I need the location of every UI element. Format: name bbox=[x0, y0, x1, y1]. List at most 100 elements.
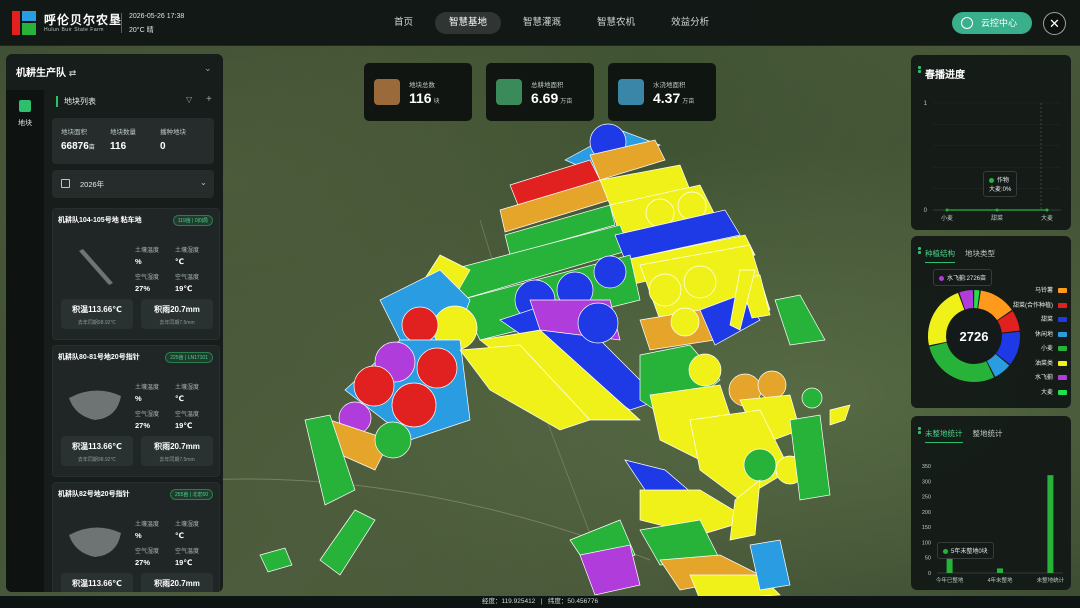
y-tick-label: 250 bbox=[922, 495, 931, 501]
bar bbox=[997, 568, 1003, 573]
soil-humidity: 土壤湿度 ℃ bbox=[175, 519, 199, 540]
parcel-card-badge: 225亩 | LN17101 bbox=[165, 352, 213, 363]
acc-temp-pill: 积温113.66℃去年同期98.92℃ bbox=[61, 436, 133, 466]
sidebar-tab-label: 地块 bbox=[18, 120, 32, 127]
acc-temp-pill: 积温113.66℃去年同期98.92℃ bbox=[61, 573, 133, 592]
chevron-down-icon[interactable]: ⌄ bbox=[204, 63, 212, 74]
parcel-card-title: 机耕队82号地20号指针 bbox=[58, 491, 130, 498]
pill-value: 积雨20.7mm bbox=[154, 442, 200, 451]
stat-value: 0 bbox=[160, 141, 166, 152]
soil-humidity: 土壤湿度 ℃ bbox=[175, 245, 199, 266]
kpi-unit: 万亩 bbox=[682, 99, 695, 105]
cloud-control-button[interactable]: 云控中心 bbox=[952, 12, 1032, 34]
kv-value: ℃ bbox=[175, 531, 185, 540]
y-tick-label: 100 bbox=[922, 540, 931, 546]
legend-item[interactable]: 大麦 bbox=[1001, 388, 1067, 403]
main-nav: 首页 智慧基地 智慧灌溉 智慧农机 效益分析 bbox=[380, 12, 731, 34]
data-point bbox=[945, 208, 949, 212]
parcel-card-badge: 119亩 | 0|0|局 bbox=[172, 215, 213, 226]
spring-line-chart[interactable]: 0 1 小麦 甜菜 大麦 bbox=[911, 55, 1071, 230]
parcel-card[interactable]: 机耕队104-105号地 粘车地 119亩 | 0|0|局 土壤温度% 土壤湿度 ℃ 空气… bbox=[52, 208, 220, 340]
parcel-card-title: 机耕队104-105号地 粘车地 bbox=[58, 217, 142, 224]
add-icon[interactable]: + bbox=[206, 94, 212, 105]
brand-name: 呼伦贝尔农垦 bbox=[44, 13, 123, 27]
kv-label: 土壤湿度 bbox=[175, 248, 200, 254]
team-title: 机耕生产队 bbox=[16, 68, 66, 79]
y-tick-label: 1 bbox=[924, 101, 928, 107]
kv-value: 19℃ bbox=[175, 284, 193, 293]
parcel-list-title: 地块列表 bbox=[56, 96, 96, 107]
kpi-label: 地块总数 bbox=[409, 82, 435, 89]
y-tick-label: 350 bbox=[922, 464, 931, 470]
brand-name-en: Hulun Buir State Farm bbox=[44, 27, 104, 33]
legend-swatch-icon bbox=[1058, 389, 1067, 395]
legend-label: 水飞蓟 bbox=[1034, 375, 1053, 381]
legend-label: 甜菜 bbox=[1040, 317, 1053, 323]
legend-dot-icon bbox=[989, 177, 994, 183]
kv-value: 27% bbox=[135, 558, 151, 567]
legend-swatch-icon bbox=[1058, 302, 1067, 308]
pill-sub: 去年同期7.5mm bbox=[159, 457, 195, 463]
calendar-icon bbox=[61, 179, 70, 188]
stat-unit: 亩 bbox=[88, 145, 95, 151]
legend-label: 油菜类 bbox=[1034, 360, 1053, 367]
kv-label: 土壤湿度 bbox=[175, 522, 200, 528]
chart-tooltip: 5年未整地0块 bbox=[937, 542, 994, 559]
acc-rain-pill: 积雨20.7mm 去年同期7.5mm bbox=[141, 436, 213, 466]
kv-value: 27% bbox=[135, 421, 151, 430]
filter-icon[interactable]: ▽ bbox=[186, 95, 192, 104]
air-temp: 空气温度 19℃ bbox=[175, 272, 199, 293]
legend-item[interactable]: 小麦 bbox=[1001, 344, 1067, 359]
pill-value: 积温113.66℃ bbox=[72, 305, 122, 314]
lng-label: 经度： bbox=[481, 598, 502, 605]
header-divider bbox=[121, 13, 122, 33]
team-selector[interactable]: 机耕生产队 ⇄ bbox=[16, 64, 76, 79]
land-prep-bar-chart[interactable]: 0 50 100 150 200 250 300 350 今年已整地 4年未整地 未整地统计 bbox=[911, 416, 1071, 590]
stat-count: 地块数量 116 bbox=[110, 126, 136, 152]
close-button[interactable]: ✕ bbox=[1043, 12, 1066, 35]
donut-center-value: 2726 bbox=[960, 329, 989, 344]
legend-label: 甜菜(合作种植) bbox=[1013, 302, 1053, 309]
lat-value: 50.456776 bbox=[567, 598, 599, 605]
air-humidity: 空气湿度 27% bbox=[135, 272, 159, 293]
nav-smart-base[interactable]: 智慧基地 bbox=[435, 12, 502, 34]
left-panel: 机耕生产队 ⇄ ⌄ 地块 地块列表 ▽ + 地块面积 66876亩 地块数量 1… bbox=[6, 54, 223, 592]
legend-item[interactable]: 水飞蓟 bbox=[1001, 373, 1067, 388]
parcel-card[interactable]: 机耕队82号地20号指针 255亩 | 北宏60 土壤温度% 土壤湿度 ℃ 空气湿度 27%… bbox=[52, 482, 220, 592]
kpi-value: 6.69 bbox=[531, 90, 559, 106]
y-tick-label: 300 bbox=[922, 479, 931, 485]
parcel-card[interactable]: 机耕队80-81号地20号指针 225亩 | LN17101 土壤温度% 土壤湿度 ℃ 空… bbox=[52, 345, 220, 477]
nav-smart-machinery[interactable]: 智慧农机 bbox=[583, 12, 649, 34]
sidebar-tab-parcel[interactable]: 地块 bbox=[10, 94, 40, 138]
legend-swatch-icon bbox=[1058, 346, 1067, 351]
nav-home[interactable]: 首页 bbox=[380, 12, 427, 34]
planting-structure-panel: 种植结构 地块类型 2726 水飞蓟:2726亩 马铃薯 甜菜(合作种植) 甜菜 休闲… bbox=[911, 236, 1071, 408]
legend-dot-icon bbox=[943, 548, 948, 554]
parcel-card-badge: 255亩 | 北宏60 bbox=[170, 489, 213, 500]
year-select[interactable]: 2026年 ⌄ bbox=[52, 170, 214, 198]
kpi-parcel-total: 地块总数 116 块 bbox=[364, 63, 472, 121]
tooltip-value: 水飞蓟:2726亩 bbox=[947, 276, 987, 282]
pill-value: 积雨20.7mm bbox=[154, 579, 200, 588]
legend-item[interactable]: 油菜类 bbox=[1001, 359, 1067, 374]
kv-label: 空气温度 bbox=[175, 549, 200, 555]
stat-sown: 播种地块 0 bbox=[160, 126, 186, 152]
soil-temp: 土壤温度% bbox=[135, 382, 159, 403]
tooltip-value: 5年未整地0块 bbox=[951, 549, 988, 555]
parcel-shape-icon bbox=[69, 390, 121, 420]
parcel-shape-icon bbox=[69, 527, 121, 557]
legend-item[interactable]: 甜菜 bbox=[1001, 315, 1067, 330]
legend-item[interactable]: 休闲地 bbox=[1001, 330, 1067, 345]
kv-label: 空气湿度 bbox=[135, 275, 160, 281]
legend-label: 休闲地 bbox=[1034, 331, 1053, 338]
acc-rain-pill: 积雨20.7mm去年同期7.5mm bbox=[141, 299, 213, 329]
legend-item[interactable]: 马铃薯 bbox=[1001, 286, 1067, 301]
nav-smart-irrigation[interactable]: 智慧灌溉 bbox=[509, 12, 575, 34]
nav-benefit-analysis[interactable]: 效益分析 bbox=[657, 12, 723, 34]
acc-rain-pill: 积雨20.7mm去年同期7.5mm bbox=[141, 573, 213, 592]
swap-icon: ⇄ bbox=[68, 68, 77, 78]
kv-value: % bbox=[135, 257, 142, 266]
pill-value: 积温113.66℃ bbox=[72, 442, 122, 451]
legend-item[interactable]: 甜菜(合作种植) bbox=[1001, 301, 1067, 316]
pill-value: 积温113.66℃ bbox=[72, 579, 122, 588]
